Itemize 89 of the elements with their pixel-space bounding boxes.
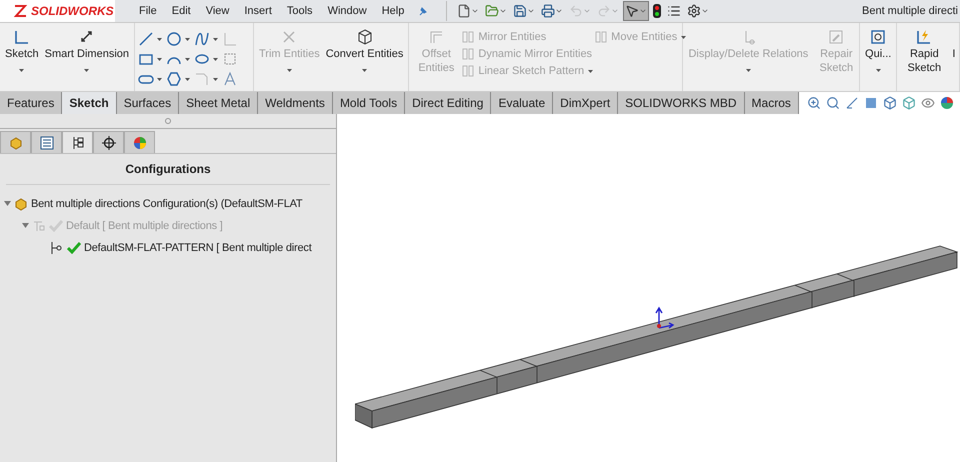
logo-mark-icon [12,4,28,18]
ribbon-button[interactable]: Qui... [863,25,894,89]
caret-icon[interactable] [185,58,190,60]
pointer-icon[interactable] [625,4,640,18]
cube-icon [356,29,373,45]
caret-icon[interactable] [157,58,162,60]
ribbon-button[interactable]: Convert Entities [324,25,406,89]
caret-icon[interactable] [213,58,218,60]
appearance-icon[interactable] [940,96,954,110]
menu-item[interactable]: Tools [286,5,313,17]
splitter-handle[interactable] [165,118,171,124]
tool-icon [595,31,608,43]
line-icon[interactable] [138,31,154,47]
ribbon-tab[interactable]: Evaluate [491,92,554,114]
caret-icon[interactable] [527,7,536,15]
menu-item[interactable]: Help [382,5,404,17]
caret-icon[interactable] [157,38,162,40]
polygon-icon[interactable] [166,71,182,87]
app-logo: SOLIDWORKS [0,0,115,22]
offset-icon [428,29,444,45]
part-icon [8,136,22,150]
caret-icon[interactable] [19,69,24,72]
tool-icon [462,48,474,60]
caret-icon[interactable] [639,7,648,15]
text-icon[interactable] [222,71,238,87]
caret-icon[interactable] [701,7,710,15]
expand-caret-icon[interactable] [4,200,11,207]
ribbon-button[interactable]: I [950,25,958,89]
color-wheel-icon [132,136,146,150]
ribbon-tab[interactable]: SOLIDWORKS MBD [618,92,745,114]
menu-item[interactable]: Insert [244,5,272,17]
ribbon-tab[interactable]: Surfaces [116,92,180,114]
ribbon-tab[interactable]: Mold Tools [332,92,406,114]
caret-icon[interactable] [471,7,480,15]
ribbon-button[interactable]: Rapid Sketch [900,25,948,89]
panel-tab[interactable] [93,131,124,153]
ribbon-tab[interactable]: Features [0,92,62,114]
menu-item[interactable]: Edit [172,5,191,17]
part-icon [14,196,28,210]
zoom-icon[interactable] [806,96,821,110]
window-title: Bent multiple directi [862,5,959,17]
lightning-sketch-icon [916,29,932,45]
caret-icon[interactable] [185,78,190,80]
circle-icon[interactable] [166,31,182,47]
tree-item[interactable]: Bent multiple directions Configuration(s) (DefaultSM-FLAT [31,198,302,210]
caret-icon[interactable] [499,7,508,15]
ribbon-tab[interactable]: Direct Editing [405,92,492,114]
panel-tab[interactable] [62,131,93,153]
panel-tab[interactable] [31,131,62,153]
tool-icon [462,65,474,77]
open-folder-icon[interactable] [485,4,500,18]
menu-item[interactable]: Window [328,5,367,17]
menu-item[interactable]: File [139,5,157,17]
list-icon[interactable] [667,4,682,18]
caret-icon[interactable] [213,78,218,80]
caret-icon[interactable] [362,69,368,72]
caret-icon[interactable] [185,38,190,40]
menu-item[interactable]: View [206,5,230,17]
settings-icon[interactable] [687,4,702,18]
ribbon-tab[interactable]: Weldments [258,92,333,114]
caret-icon[interactable] [213,38,218,40]
caret-icon[interactable] [555,7,564,15]
ribbon-tab[interactable]: Macros [744,92,799,114]
traffic-light-icon[interactable] [653,4,662,18]
sketch-icon [14,29,30,45]
ribbon-button[interactable]: Sketch [3,25,41,89]
crosshair-icon [102,136,116,150]
ribbon-tab[interactable]: Sketch [62,92,117,114]
zoom-area-icon[interactable] [826,96,840,110]
caret-icon[interactable] [876,69,881,72]
tool-icon [462,31,474,43]
trim-icon [281,29,298,45]
panel-heading: Configurations [6,154,330,185]
dimension-icon [78,29,95,45]
new-document-icon[interactable] [457,4,472,18]
ribbon-tab[interactable]: DimXpert [553,92,618,114]
list-icon [40,136,54,150]
display-style-icon[interactable] [902,96,916,110]
ribbon-tab[interactable]: Sheet Metal [179,92,258,114]
ribbon-button[interactable]: Smart Dimension [42,25,131,89]
spline-icon[interactable] [194,31,210,47]
wrench-icon [828,29,844,45]
caret-icon[interactable] [84,69,90,72]
view-orientation-icon[interactable] [882,96,897,110]
caret-icon[interactable] [157,78,162,80]
print-icon[interactable] [541,4,556,18]
save-icon[interactable] [513,4,528,18]
pin-icon[interactable] [418,6,428,16]
eye-icon[interactable] [920,96,935,110]
